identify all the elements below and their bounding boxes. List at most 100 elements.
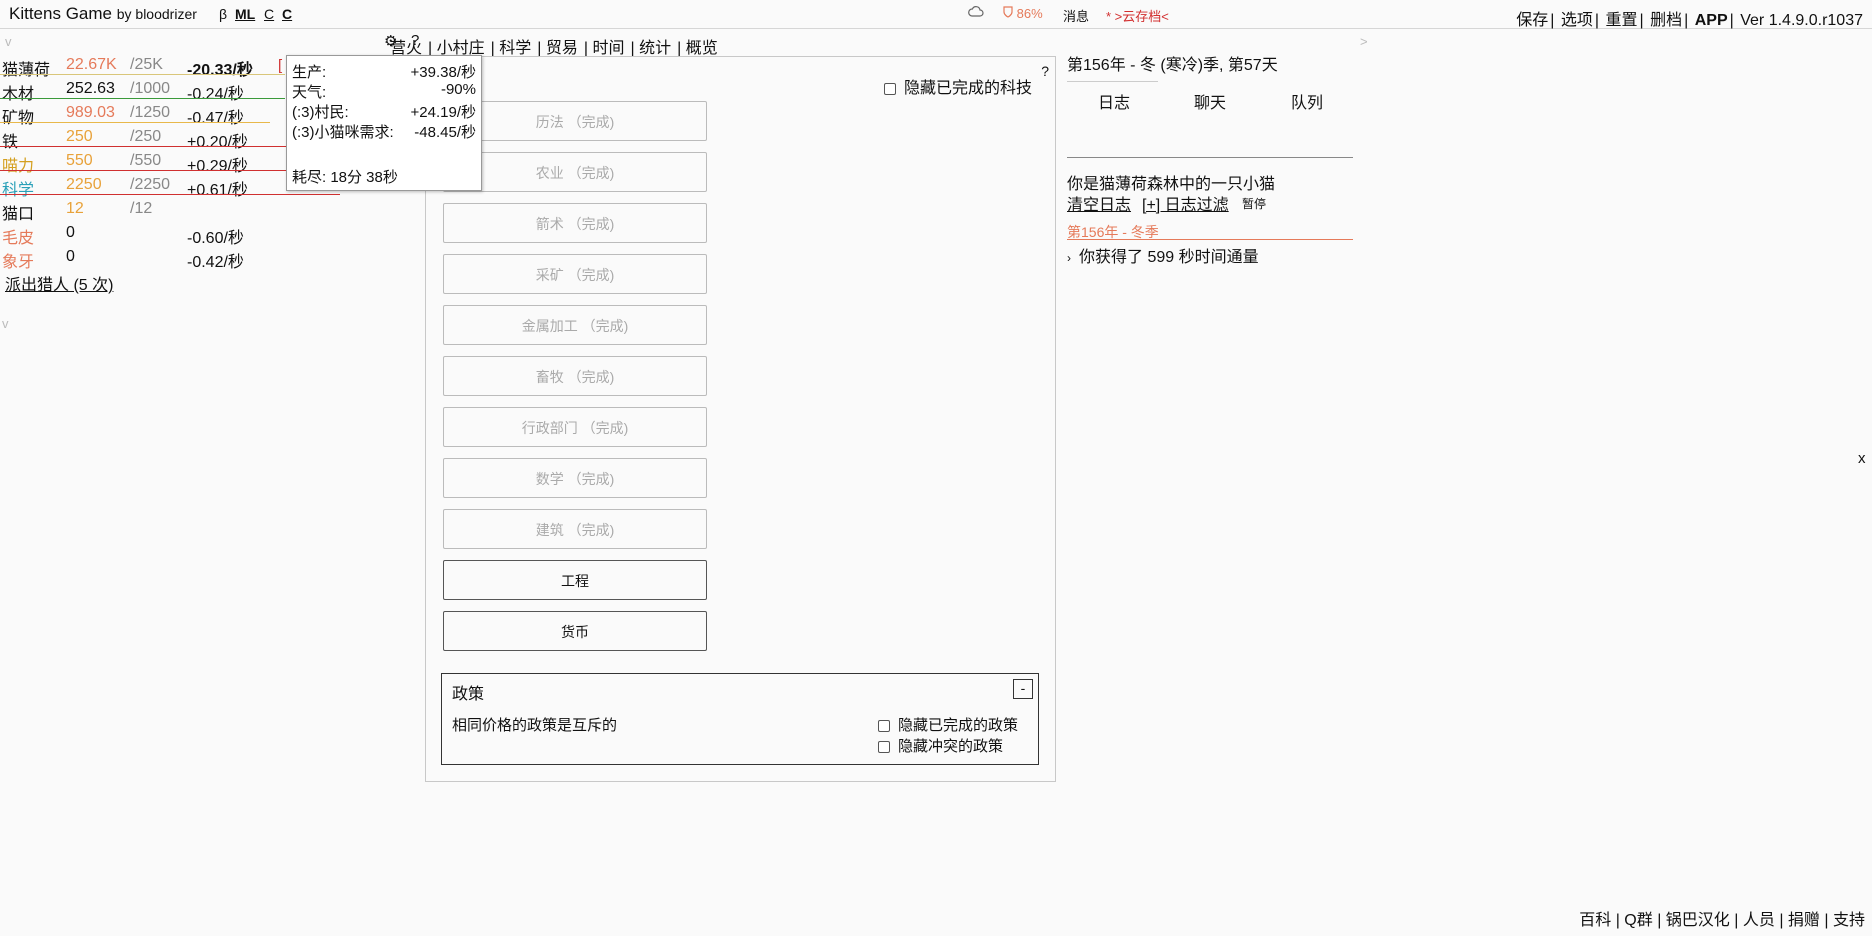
log-filter-link[interactable]: [+] 日志过滤 xyxy=(1142,191,1229,215)
resource-name: 象牙 xyxy=(2,254,35,271)
top-bar: Kittens Game by bloodrizer β ML C C 86% … xyxy=(0,0,1872,29)
resource-value: 0 xyxy=(66,248,75,265)
resource-max: /250 xyxy=(130,128,162,145)
tech-button[interactable]: 行政部门 （完成) xyxy=(443,407,707,447)
policy-collapse-button[interactable]: - xyxy=(1013,679,1033,699)
resource-value: 989.03 xyxy=(66,104,115,121)
resource-value: 2250 xyxy=(66,176,102,193)
resource-underline xyxy=(0,170,287,171)
tech-button[interactable]: 数学 （完成) xyxy=(443,458,707,498)
tech-button[interactable]: 农业 （完成) xyxy=(443,152,707,192)
science-help-icon[interactable]: ? xyxy=(1041,63,1049,79)
footer-support[interactable]: 支持 xyxy=(1833,912,1865,929)
chevron-right-icon: › xyxy=(1067,251,1071,265)
tooltip-row-villagers: (:3)村民: +24.19/秒 xyxy=(292,104,476,121)
tech-button[interactable]: 畜牧 （完成) xyxy=(443,356,707,396)
reset-link[interactable]: 重置 xyxy=(1605,12,1637,29)
policy-title: 政策 xyxy=(452,686,485,703)
send-hunters-link[interactable]: 派出猎人 (5 次) xyxy=(5,271,113,295)
log-season-line xyxy=(1067,239,1353,240)
tab-log[interactable]: 日志 xyxy=(1098,89,1130,113)
footer-qq-group[interactable]: Q群 xyxy=(1624,912,1652,929)
footer-credits[interactable]: 人员 xyxy=(1743,912,1775,929)
resource-rate: -0.42/秒 xyxy=(187,254,244,271)
footer-localization[interactable]: 锅巴汉化 xyxy=(1666,912,1730,929)
footer-links: 百科 | Q群 | 锅巴汉化 | 人员 | 捐赠 | 支持 xyxy=(1579,912,1865,929)
resource-row[interactable]: 象牙 0 -0.42/秒 xyxy=(0,245,350,271)
catnip-bracket: [ xyxy=(278,57,283,74)
resource-max: /25K xyxy=(130,56,163,73)
tech-button[interactable]: 工程 xyxy=(443,560,707,600)
game-title-text: Kittens Game xyxy=(9,4,112,23)
hide-completed-policy-checkbox[interactable] xyxy=(878,720,890,733)
hide-completed-tech[interactable]: 隐藏已完成的科技 xyxy=(884,74,1032,98)
footer-wiki[interactable]: 百科 xyxy=(1579,912,1611,929)
resource-underline xyxy=(0,146,287,147)
tech-button[interactable]: 金属加工 （完成) xyxy=(443,305,707,345)
wipe-link[interactable]: 删档 xyxy=(1650,12,1682,29)
log-tab-underline xyxy=(1067,81,1158,82)
policy-description: 相同价格的政策是互斥的 xyxy=(452,717,618,734)
footer-donate[interactable]: 捐赠 xyxy=(1788,912,1820,929)
resource-max: /550 xyxy=(130,152,162,169)
hide-conflict-policy-checkbox[interactable] xyxy=(878,741,890,754)
hide-completed-policy[interactable]: 隐藏已完成的政策 xyxy=(878,714,1018,735)
resource-value: 22.67K xyxy=(66,56,117,73)
tab-chat[interactable]: 聊天 xyxy=(1194,89,1226,113)
resource-value: 12 xyxy=(66,200,84,217)
tooltip-row-weather: 天气: -90% xyxy=(292,81,476,101)
clear-log-link[interactable]: 清空日志 xyxy=(1067,191,1131,215)
cloud-icon xyxy=(968,4,984,20)
tab-science[interactable]: 科学 xyxy=(499,40,531,57)
hide-completed-tech-checkbox[interactable] xyxy=(884,82,896,95)
ml-link[interactable]: ML xyxy=(235,6,255,22)
tab-overview[interactable]: 概览 xyxy=(686,40,718,57)
resource-row[interactable]: 毛皮 0 -0.60/秒 xyxy=(0,221,350,247)
c-link-1[interactable]: C xyxy=(264,6,274,22)
shield-icon xyxy=(1003,6,1017,21)
version-link[interactable]: Ver 1.4.9.0.r1037 xyxy=(1740,12,1863,29)
top-menu: 保存 | 选项 | 重置 | 删档 | APP | Ver 1.4.9.0.r1037 xyxy=(1516,12,1863,29)
tab-queue[interactable]: 队列 xyxy=(1291,89,1323,113)
tab-trade[interactable]: 贸易 xyxy=(546,40,578,57)
collapse-left-bottom[interactable]: v xyxy=(2,316,9,331)
collapse-left-top[interactable]: v xyxy=(5,34,12,49)
hide-completed-tech-label: 隐藏已完成的科技 xyxy=(904,80,1033,97)
tech-button[interactable]: 采矿 （完成) xyxy=(443,254,707,294)
pause-link[interactable]: 暂停 xyxy=(1242,195,1266,212)
resource-max: /1250 xyxy=(130,104,171,121)
catnip-tooltip: 生产: +39.38/秒 天气: -90% (:3)村民: +24.19/秒 (:3)… xyxy=(286,55,482,191)
tooltip-row-production: 生产: +39.38/秒 xyxy=(292,64,476,81)
tech-button[interactable]: 箭术 （完成) xyxy=(443,203,707,243)
resource-max: /2250 xyxy=(130,176,171,193)
resource-max: /12 xyxy=(130,200,153,217)
game-title: Kittens Game by bloodrizer xyxy=(9,4,197,24)
log-panel: 第156年 - 冬 (寒冷)季, 第57天 日志 聊天 队列 你是猫薄荷森林中的… xyxy=(1067,48,1353,288)
app-link[interactable]: APP xyxy=(1695,12,1728,29)
collapse-right-arrow[interactable]: > xyxy=(1360,34,1368,49)
resource-value: 252.63 xyxy=(66,80,115,97)
hide-conflict-policy[interactable]: 隐藏冲突的政策 xyxy=(878,735,1003,756)
tech-button[interactable]: 货币 xyxy=(443,611,707,651)
save-link[interactable]: 保存 xyxy=(1516,12,1548,29)
close-x[interactable]: x xyxy=(1858,450,1866,467)
cloud-save-link[interactable]: * >云存档< xyxy=(1106,6,1169,25)
options-link[interactable]: 选项 xyxy=(1561,12,1593,29)
tech-button[interactable]: 历法 （完成) xyxy=(443,101,707,141)
resource-value: 250 xyxy=(66,128,93,145)
messages-link[interactable]: 消息 xyxy=(1063,6,1089,25)
energy-indicator: 86% xyxy=(1003,6,1043,21)
tech-button[interactable]: 建筑 （完成) xyxy=(443,509,707,549)
c-link-2[interactable]: C xyxy=(282,6,292,22)
science-panel: ? 隐藏已完成的科技 历法 （完成) 农业 （完成) 箭术 （完成) 采矿 （完成) 金… xyxy=(425,56,1056,782)
resource-underline xyxy=(0,74,285,75)
beta-link[interactable]: β xyxy=(219,6,227,22)
tab-time[interactable]: 时间 xyxy=(593,40,625,57)
log-divider xyxy=(1067,157,1353,158)
hide-conflict-policy-label: 隐藏冲突的政策 xyxy=(898,738,1004,755)
resource-value: 0 xyxy=(66,224,75,241)
calendar-date: 第156年 - 冬 (寒冷)季, 第57天 xyxy=(1067,57,1278,74)
resource-row[interactable]: 猫口 12/12 xyxy=(0,197,350,223)
log-entry: › 你获得了 599 秒时间通量 xyxy=(1067,243,1259,267)
tab-stats[interactable]: 统计 xyxy=(639,40,671,57)
